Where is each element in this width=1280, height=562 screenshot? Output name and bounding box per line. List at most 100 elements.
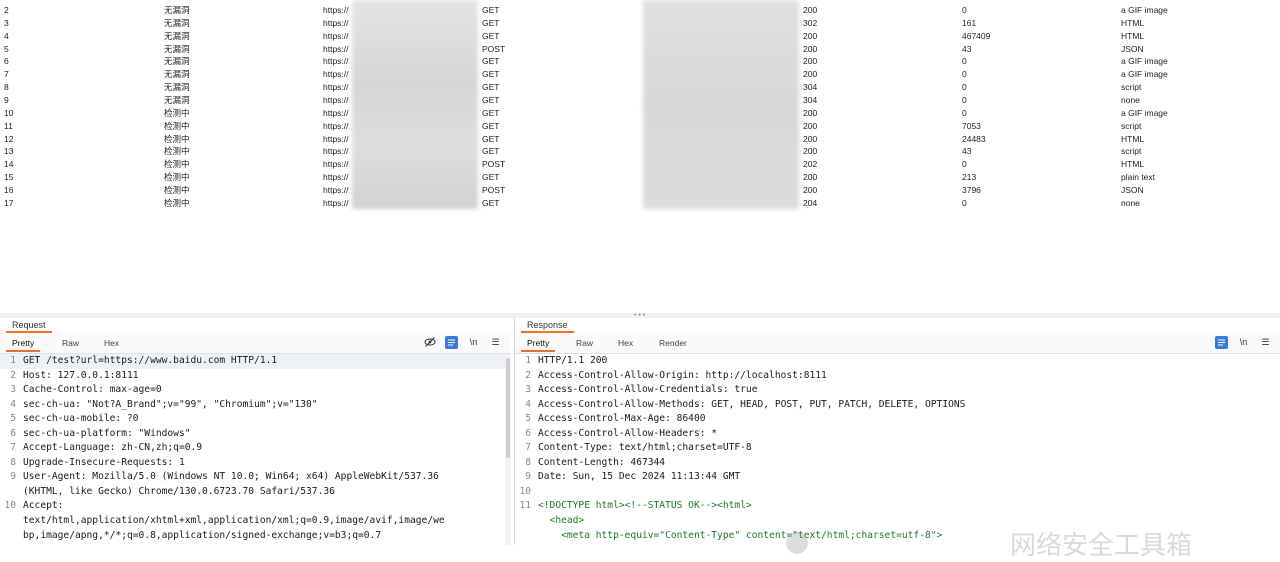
table-row[interactable]: 2 无漏洞 https:// GET 200 0 a GIF image	[0, 4, 1280, 17]
host-cell: https://	[323, 120, 349, 131]
table-row[interactable]: 16 检测中 https:// POST 200 3796 JSON	[0, 184, 1280, 197]
mime-type-cell: none	[1121, 94, 1140, 105]
row-number: 13	[4, 146, 14, 157]
line-text: sec-ch-ua-platform: "Windows"	[23, 427, 191, 439]
table-row[interactable]: 9 无漏洞 https:// GET 304 0 none	[0, 94, 1280, 107]
redacted-title-region	[643, 0, 799, 209]
menu-icon[interactable]: ☰	[489, 336, 502, 349]
wrap-lines-icon[interactable]	[445, 336, 458, 349]
host-cell: https://	[323, 82, 349, 93]
mime-type-cell: JSON	[1121, 184, 1144, 195]
status-code-cell: 200	[803, 146, 818, 157]
scan-status: 无漏洞	[164, 5, 190, 15]
line-text: Access-Control-Allow-Headers: *	[538, 427, 718, 439]
host-cell: https://	[323, 5, 349, 15]
row-number: 10	[4, 107, 14, 118]
scan-status: 无漏洞	[164, 69, 190, 80]
table-row[interactable]: 6 无漏洞 https:// GET 200 0 a GIF image	[0, 55, 1280, 68]
table-row[interactable]: 8 无漏洞 https:// GET 304 0 script	[0, 81, 1280, 94]
method-cell: GET	[482, 107, 500, 118]
code-line: 8 Content-Length: 467344	[515, 456, 1280, 471]
mime-type-cell: a GIF image	[1121, 107, 1168, 118]
mime-type-cell: HTML	[1121, 133, 1145, 144]
table-row[interactable]: 15 检测中 https:// GET 200 213 plain text	[0, 171, 1280, 184]
scan-status: 无漏洞	[164, 94, 190, 105]
status-code-cell: 304	[803, 82, 818, 93]
eye-off-icon[interactable]	[423, 336, 436, 349]
row-number: 16	[4, 184, 14, 195]
code-line: 9 Date: Sun, 15 Dec 2024 11:13:44 GMT	[515, 470, 1280, 485]
table-row[interactable]: 10 检测中 https:// GET 200 0 a GIF image	[0, 107, 1280, 120]
tab-hex[interactable]: Hex	[612, 337, 639, 350]
table-row[interactable]: 11 检测中 https:// GET 200 7053 script	[0, 120, 1280, 133]
table-row[interactable]: 17 检测中 https:// GET 204 0 none	[0, 197, 1280, 210]
mime-type-cell: a GIF image	[1121, 69, 1168, 80]
tab-render[interactable]: Render	[653, 337, 693, 350]
menu-icon[interactable]: ☰	[1259, 336, 1272, 349]
line-number: 8	[525, 456, 531, 468]
mime-type-cell: HTML	[1121, 159, 1145, 170]
proxy-history-table[interactable]: 2 无漏洞 https:// GET 200 0 a GIF image 3 无漏洞 https:…	[0, 0, 1280, 314]
length-cell: 24483	[962, 133, 986, 144]
newline-toggle[interactable]: \n	[467, 336, 480, 349]
line-text: Access-Control-Allow-Methods: GET, HEAD,…	[538, 398, 966, 410]
length-cell: 0	[962, 56, 967, 67]
wrap-lines-icon[interactable]	[1215, 336, 1228, 349]
line-text: Host: 127.0.0.1:8111	[23, 369, 139, 381]
row-number: 15	[4, 172, 14, 183]
status-code-cell: 200	[803, 5, 818, 15]
tab-pretty[interactable]: Pretty	[521, 337, 556, 352]
mime-type-cell: script	[1121, 82, 1142, 93]
host-cell: https://	[323, 146, 349, 157]
code-line: 7 Accept-Language: zh-CN,zh;q=0.9	[0, 441, 511, 456]
scrollbar-thumb[interactable]	[506, 358, 510, 458]
status-code-cell: 202	[803, 159, 818, 170]
code-line: 10	[515, 485, 1280, 500]
code-line: 5 sec-ch-ua-mobile: ?0	[0, 412, 511, 427]
table-row[interactable]: 7 无漏洞 https:// GET 200 0 a GIF image	[0, 68, 1280, 81]
mime-type-cell: script	[1121, 120, 1142, 131]
tab-raw[interactable]: Raw	[56, 337, 85, 350]
code-line: 10 Accept:	[0, 499, 511, 514]
status-code-cell: 200	[803, 172, 818, 183]
tab-raw[interactable]: Raw	[570, 337, 599, 350]
length-cell: 7053	[962, 120, 981, 131]
tab-pretty[interactable]: Pretty	[6, 337, 41, 352]
length-cell: 43	[962, 43, 972, 54]
table-row[interactable]: 3 无漏洞 https:// GET 302 161 HTML	[0, 17, 1280, 30]
line-text: Access-Control-Max-Age: 86400	[538, 413, 706, 425]
code-line: 6 Access-Control-Allow-Headers: *	[515, 427, 1280, 442]
host-cell: https://	[323, 43, 349, 54]
watermark-logo-icon	[786, 532, 808, 554]
request-scrollbar[interactable]	[505, 354, 511, 545]
code-line: 5 Access-Control-Max-Age: 86400	[515, 412, 1280, 427]
response-editor[interactable]: 1 HTTP/1.1 200 2 Access-Control-Allow-Origi…	[515, 354, 1280, 545]
method-cell: GET	[482, 82, 500, 93]
table-row[interactable]: 4 无漏洞 https:// GET 200 467409 HTML	[0, 30, 1280, 43]
table-row[interactable]: 5 无漏洞 https:// POST 200 43 JSON	[0, 43, 1280, 56]
line-text: <!DOCTYPE html><!--STATUS OK--><html>	[538, 500, 752, 512]
length-cell: 213	[962, 172, 977, 183]
code-line: 4 sec-ch-ua: "Not?A_Brand";v="99", "Chrom…	[0, 398, 511, 413]
length-cell: 0	[962, 82, 967, 93]
request-editor[interactable]: 1 GET /test?url=https://www.baidu.com HTT…	[0, 354, 511, 545]
request-panel: Request Pretty Raw Hex \n ☰ 1 GET /test?u…	[0, 318, 511, 545]
line-number: 6	[10, 427, 16, 439]
tab-hex[interactable]: Hex	[98, 337, 125, 350]
scan-status: 检测中	[164, 184, 190, 195]
line-number: 2	[525, 369, 531, 381]
line-number: 1	[10, 355, 16, 366]
mime-type-cell: none	[1121, 197, 1140, 208]
scan-status: 检测中	[164, 146, 190, 157]
table-row[interactable]: 12 检测中 https:// GET 200 24483 HTML	[0, 133, 1280, 146]
host-cell: https://	[323, 184, 349, 195]
line-number: 1	[525, 355, 531, 366]
method-cell: POST	[482, 43, 506, 54]
method-cell: GET	[482, 17, 500, 28]
request-title: Request	[6, 319, 52, 333]
table-row[interactable]: 14 检测中 https:// POST 202 0 HTML	[0, 158, 1280, 171]
method-cell: GET	[482, 120, 500, 131]
newline-toggle[interactable]: \n	[1237, 336, 1250, 349]
table-row[interactable]: 13 检测中 https:// GET 200 43 script	[0, 145, 1280, 158]
mime-type-cell: plain text	[1121, 172, 1156, 183]
